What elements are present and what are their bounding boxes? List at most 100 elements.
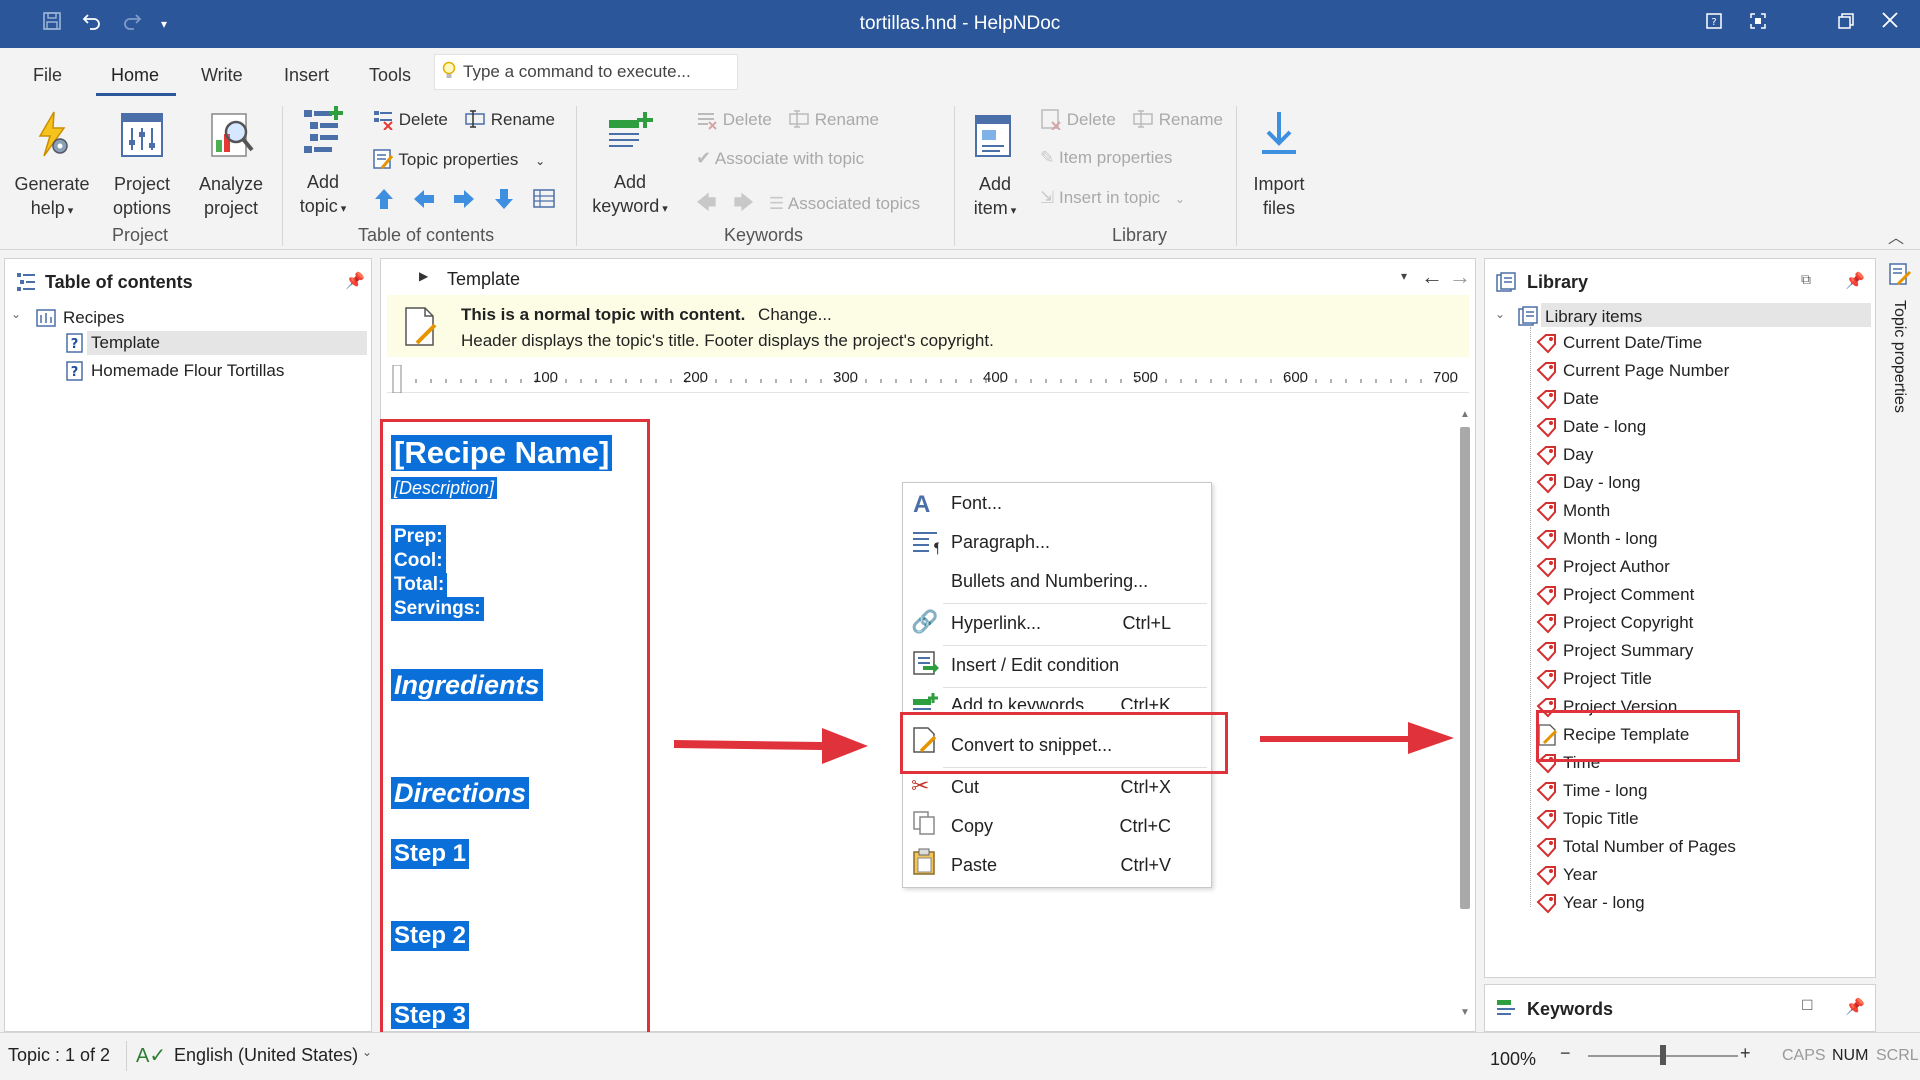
insert-in-topic-button[interactable]: ⇲ Insert in topic ⌄ <box>1040 188 1185 208</box>
list-icon: ☰ <box>768 194 785 213</box>
variable-tag-icon <box>1536 866 1556 886</box>
context-bullets[interactable]: Bullets and Numbering... <box>951 571 1148 592</box>
ribbon-separator <box>282 106 283 246</box>
tab-tools[interactable]: Tools <box>369 65 411 86</box>
pin-icon[interactable]: 📌 <box>345 271 365 291</box>
add-topic-button[interactable]: Add topic ▾ <box>288 104 358 221</box>
expand-chevron-icon[interactable]: ⌄ <box>1495 307 1505 321</box>
keyword-delete-button[interactable]: Delete <box>696 108 772 130</box>
project-options-button[interactable]: Project options <box>102 110 182 220</box>
toc-icon <box>17 273 35 291</box>
associate-topic-button[interactable]: ✔ Associate with topic <box>696 148 864 169</box>
add-item-button[interactable]: Add item ▾ <box>962 108 1028 223</box>
variable-tag-icon <box>1536 894 1556 914</box>
language-selector[interactable]: English (United States) <box>174 1045 358 1066</box>
context-copy[interactable]: Copy <box>951 816 993 837</box>
chevron-down-icon[interactable]: ⌄ <box>362 1045 372 1059</box>
breadcrumb[interactable]: Template <box>447 269 520 290</box>
chevron-down-icon: ▾ <box>1007 205 1017 217</box>
library-root-item[interactable]: Library items <box>1545 307 1642 327</box>
zoom-in-icon[interactable]: + <box>1740 1043 1751 1064</box>
item-properties-button[interactable]: ✎ Item properties <box>1040 148 1172 168</box>
library-rename-button[interactable]: Rename <box>1132 108 1223 130</box>
library-item-label: Day <box>1563 445 1594 464</box>
import-files-button[interactable]: Import files <box>1244 108 1314 220</box>
help-window-icon[interactable]: ? <box>1700 10 1728 38</box>
context-paste[interactable]: Paste <box>951 855 997 876</box>
rename-icon <box>1133 110 1153 128</box>
hyperlink-icon: 🔗 <box>911 609 939 634</box>
ruler[interactable]: 100 200 300 400 500 600 700 <box>387 365 1469 393</box>
paste-icon <box>913 848 935 875</box>
delete-topic-icon <box>374 111 393 131</box>
fullscreen-icon[interactable] <box>1744 10 1772 38</box>
library-group-label: Library <box>1112 225 1168 245</box>
vertical-scrollbar[interactable]: ▲ ▼ <box>1457 409 1473 1029</box>
library-item-label: Time - long <box>1563 781 1648 800</box>
analyze-project-button[interactable]: Analyze project <box>190 110 272 220</box>
spellcheck-icon[interactable]: A✓ <box>136 1043 166 1068</box>
context-font[interactable]: Font... <box>951 493 1002 514</box>
arrow-right-icon[interactable]: 🡆 <box>733 192 754 214</box>
topic-properties-side-tab[interactable]: Topic properties <box>1882 258 1916 458</box>
context-hyperlink[interactable]: Hyperlink... <box>951 613 1041 634</box>
zoom-slider-thumb[interactable] <box>1660 1045 1666 1065</box>
collapse-ribbon-icon[interactable]: ︿ <box>1888 224 1904 248</box>
topic-type-text: This is a normal topic with content. <box>461 305 746 324</box>
toc-rename-button[interactable]: Rename <box>464 108 555 130</box>
generate-help-button[interactable]: Generate help ▾ <box>12 110 92 223</box>
topic-properties-label: Topic properties <box>398 150 519 169</box>
project-options-label-1: Project <box>113 174 171 194</box>
scroll-up-icon[interactable]: ▲ <box>1460 409 1470 420</box>
context-add-keywords[interactable]: Add to keywords <box>951 695 1084 709</box>
restore-icon[interactable] <box>1832 10 1860 38</box>
arrow-left-icon[interactable]: 🡄 <box>696 192 717 214</box>
forward-icon[interactable]: → <box>1449 264 1471 290</box>
change-link[interactable]: Change... <box>758 305 832 324</box>
scrollbar-thumb[interactable] <box>1460 427 1470 909</box>
breadcrumb-dropdown-icon[interactable]: ▾ <box>1401 269 1407 283</box>
toc-root-item[interactable]: Recipes <box>63 308 124 328</box>
library-item-label: Project Author <box>1563 557 1670 576</box>
add-keyword-button[interactable]: Add keyword ▾ <box>584 110 676 221</box>
tab-home[interactable]: Home <box>111 65 159 86</box>
svg-text:¶: ¶ <box>933 541 939 555</box>
toc-item-tortillas[interactable]: Homemade Flour Tortillas <box>91 361 284 381</box>
library-delete-button[interactable]: Delete <box>1040 108 1116 131</box>
zoom-out-icon[interactable]: − <box>1560 1043 1571 1064</box>
tab-insert[interactable]: Insert <box>284 65 329 86</box>
variable-tag-icon <box>1536 334 1556 354</box>
library-item-label: Day - long <box>1563 473 1641 492</box>
pin-icon[interactable]: 📌 <box>1845 997 1865 1017</box>
variable-tag-icon <box>1536 446 1556 466</box>
ribbon: Generate help ▾ Project options Analyze … <box>0 98 1920 250</box>
variable-tag-icon <box>1536 390 1556 410</box>
command-input[interactable]: Type a command to execute... <box>434 54 738 90</box>
scroll-down-icon[interactable]: ▼ <box>1460 1007 1470 1018</box>
topic-properties-button[interactable]: Topic properties ⌄ <box>372 148 545 170</box>
pin-icon[interactable]: 📌 <box>1845 271 1865 291</box>
maximize-icon[interactable]: ☐ <box>1801 997 1814 1014</box>
toc-delete-button[interactable]: Delete <box>372 108 448 131</box>
close-icon[interactable] <box>1876 10 1904 38</box>
ruler-label: 400 <box>983 369 1009 386</box>
keyword-rename-button[interactable]: Rename <box>788 108 879 130</box>
document-highlight-box <box>380 419 650 1035</box>
topic-count: Topic : 1 of 2 <box>8 1045 111 1065</box>
analyze-project-label-1: Analyze <box>198 174 264 194</box>
chevron-down-icon: ⌄ <box>1174 192 1185 206</box>
context-cut[interactable]: Cut <box>951 777 979 798</box>
ruler-label: 500 <box>1133 369 1159 386</box>
context-paragraph[interactable]: Paragraph... <box>951 532 1050 553</box>
context-condition[interactable]: Insert / Edit condition <box>951 655 1119 676</box>
breadcrumb-arrow-icon[interactable]: ▶ <box>419 269 428 283</box>
back-icon[interactable]: ← <box>1421 264 1443 290</box>
convert-snippet-highlight-box <box>900 712 1228 774</box>
tab-write[interactable]: Write <box>201 65 243 86</box>
associated-topics-label[interactable]: Associated topics <box>788 194 920 213</box>
expand-chevron-icon[interactable]: ⌄ <box>11 307 21 321</box>
tab-file[interactable]: File <box>33 65 62 86</box>
toc-item-template[interactable]: Template <box>91 333 160 353</box>
library-icon <box>1496 272 1516 292</box>
float-window-icon[interactable]: ⧉ <box>1801 271 1811 288</box>
